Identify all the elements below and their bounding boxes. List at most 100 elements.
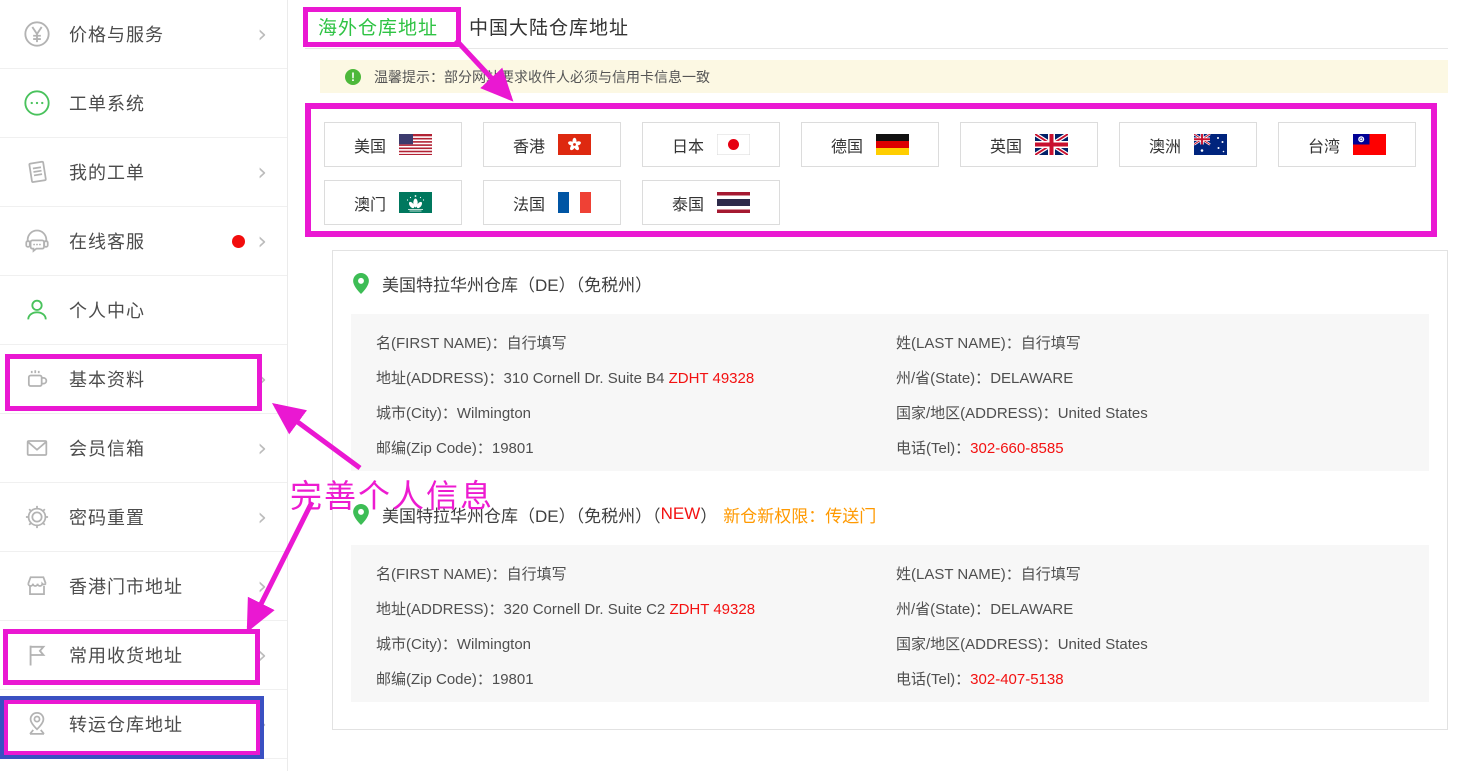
document-icon (22, 158, 52, 186)
person-icon (22, 296, 52, 324)
portal-link[interactable]: 新仓新权限：传送门 (723, 502, 876, 527)
sidebar-item-label: 在线客服 (69, 228, 232, 254)
sidebar-item-warehouse-address[interactable]: 转运仓库地址 › (0, 690, 287, 759)
chevron-right-icon: › (257, 22, 267, 46)
mo-flag-icon (399, 192, 432, 213)
chevron-right-icon: › (257, 505, 267, 529)
us-flag-icon (399, 134, 432, 155)
tab-mainland-warehouse[interactable]: 中国大陆仓库地址 (469, 13, 629, 40)
warehouse-title-2: 美国特拉华州仓库（DE）（免税州）（ NEW ） 新仓新权限：传送门 (353, 501, 1447, 527)
sidebar-item-password-reset[interactable]: 密码重置 › (0, 483, 287, 552)
de-flag-icon (876, 134, 909, 155)
notification-dot (232, 235, 245, 248)
warehouse-title-1: 美国特拉华州仓库（DE）（免税州） (353, 270, 1447, 296)
sidebar-item-label: 密码重置 (69, 504, 257, 530)
gb-flag-icon (1035, 134, 1068, 155)
chevron-right-icon: › (257, 436, 267, 460)
field-last-name: 姓(LAST NAME)：自行填写 (896, 557, 1429, 592)
country-label: 法国 (513, 191, 545, 215)
field-address: 地址(ADDRESS)：310 Cornell Dr. Suite B4 ZDH… (376, 361, 896, 396)
sidebar-item-basic-info[interactable]: 基本资料 › (0, 345, 287, 414)
field-first-name: 名(FIRST NAME)：自行填写 (376, 326, 896, 361)
tw-flag-icon (1353, 134, 1386, 155)
country-jp[interactable]: 日本 (642, 122, 780, 167)
sidebar-item-online-support[interactable]: 在线客服 › (0, 207, 287, 276)
field-country: 国家/地区(ADDRESS)：United States (896, 627, 1429, 662)
location-pin-icon (353, 504, 369, 525)
country-th[interactable]: 泰国 (642, 180, 780, 225)
sidebar-item-label: 常用收货地址 (69, 642, 257, 668)
sidebar-item-label: 工单系统 (69, 90, 267, 116)
sidebar-item-label: 会员信箱 (69, 435, 257, 461)
field-zip: 邮编(Zip Code)：19801 (376, 431, 896, 466)
country-us[interactable]: 美国 (324, 122, 462, 167)
warehouse-name: 美国特拉华州仓库（DE）（免税州）（ (382, 502, 661, 527)
gear-icon (22, 503, 52, 531)
tabs-divider (305, 48, 1448, 49)
sidebar-item-shipping-address[interactable]: 常用收货地址 › (0, 621, 287, 690)
country-label: 日本 (672, 133, 704, 157)
field-country: 国家/地区(ADDRESS)：United States (896, 396, 1429, 431)
country-label: 德国 (831, 133, 863, 157)
warehouse-list-card: 美国特拉华州仓库（DE）（免税州） 名(FIRST NAME)：自行填写 地址(… (332, 250, 1448, 730)
field-zip: 邮编(Zip Code)：19801 (376, 662, 896, 697)
yen-circle-icon (22, 20, 52, 48)
field-state: 州/省(State)：DELAWARE (896, 361, 1429, 396)
hk-flag-icon (558, 134, 591, 155)
sidebar-item-label: 价格与服务 (69, 21, 257, 47)
field-tel: 电话(Tel)：302-407-5138 (896, 662, 1429, 697)
field-address: 地址(ADDRESS)：320 Cornell Dr. Suite C2 ZDH… (376, 592, 896, 627)
notice-text: 温馨提示：部分网站要求收件人必须与信用卡信息一致 (374, 67, 710, 87)
country-selector: 美国 香港 日本 德国 (305, 103, 1437, 237)
chevron-right-icon: › (257, 229, 267, 253)
sidebar-item-ticket-system[interactable]: 工单系统 (0, 69, 287, 138)
field-city: 城市(City)：Wilmington (376, 627, 896, 662)
sidebar-item-label: 基本资料 (69, 366, 257, 392)
chevron-right-icon: › (257, 574, 267, 598)
warehouse-name: 美国特拉华州仓库（DE）（免税州） (382, 271, 652, 296)
au-flag-icon (1194, 134, 1227, 155)
field-tel: 电话(Tel)：302-660-8585 (896, 431, 1429, 466)
new-tag: NEW (661, 504, 701, 524)
sidebar: 价格与服务 › 工单系统 我的工单 › (0, 0, 288, 771)
warehouse-address-panel-1: 名(FIRST NAME)：自行填写 地址(ADDRESS)：310 Corne… (351, 314, 1429, 471)
country-de[interactable]: 德国 (801, 122, 939, 167)
field-city: 城市(City)：Wilmington (376, 396, 896, 431)
sidebar-item-personal-center[interactable]: 个人中心 (0, 276, 287, 345)
chevron-right-icon: › (257, 160, 267, 184)
fr-flag-icon (558, 192, 591, 213)
chevron-right-icon: › (257, 643, 267, 667)
headset-icon (22, 227, 52, 255)
sidebar-item-my-tickets[interactable]: 我的工单 › (0, 138, 287, 207)
field-first-name: 名(FIRST NAME)：自行填写 (376, 557, 896, 592)
country-label: 美国 (354, 133, 386, 157)
country-label: 澳洲 (1149, 133, 1181, 157)
country-label: 台湾 (1308, 133, 1340, 157)
sidebar-item-hk-store-address[interactable]: 香港门市地址 › (0, 552, 287, 621)
country-label: 英国 (990, 133, 1022, 157)
envelope-icon (22, 434, 52, 462)
tab-overseas-warehouse[interactable]: 海外仓库地址 (318, 13, 438, 40)
country-gb[interactable]: 英国 (960, 122, 1098, 167)
country-label: 泰国 (672, 191, 704, 215)
location-pin-icon (353, 273, 369, 294)
sidebar-item-label: 转运仓库地址 (69, 711, 257, 737)
sidebar-item-pricing-services[interactable]: 价格与服务 › (0, 0, 287, 69)
country-fr[interactable]: 法国 (483, 180, 621, 225)
sidebar-item-member-mailbox[interactable]: 会员信箱 › (0, 414, 287, 483)
country-au[interactable]: 澳洲 (1119, 122, 1257, 167)
country-hk[interactable]: 香港 (483, 122, 621, 167)
chevron-right-icon: › (257, 367, 267, 391)
notice-bar: ! 温馨提示：部分网站要求收件人必须与信用卡信息一致 (320, 60, 1448, 93)
shop-icon (22, 572, 52, 600)
field-last-name: 姓(LAST NAME)：自行填写 (896, 326, 1429, 361)
country-tw[interactable]: 台湾 (1278, 122, 1416, 167)
country-mo[interactable]: 澳门 (324, 180, 462, 225)
th-flag-icon (717, 192, 750, 213)
country-label: 澳门 (354, 191, 386, 215)
sidebar-item-label: 香港门市地址 (69, 573, 257, 599)
country-label: 香港 (513, 133, 545, 157)
flag-icon (22, 641, 52, 669)
info-exclamation-icon: ! (345, 69, 361, 85)
map-pin-icon (22, 710, 52, 738)
